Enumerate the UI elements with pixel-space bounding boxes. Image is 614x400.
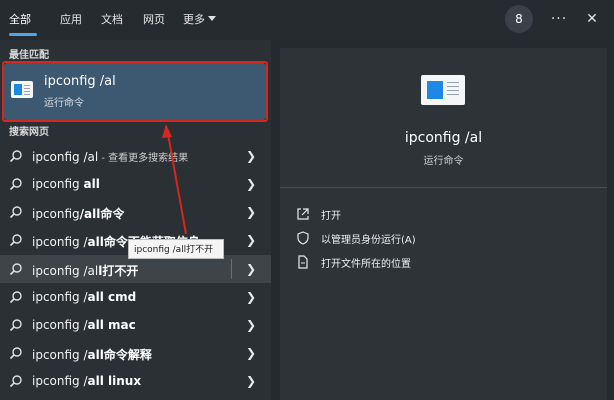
open-action-label: 打开 — [321, 211, 341, 222]
list-item-label: ipconfig all — [32, 177, 100, 191]
open-file-location-action[interactable]: 打开文件所在的位置 — [296, 253, 596, 271]
detail-subtitle: 运行命令 — [423, 156, 464, 167]
list-item[interactable]: ipconfig /all cmd ❯ — [0, 283, 271, 311]
chevron-right-icon[interactable]: ❯ — [246, 149, 256, 163]
active-tab-indicator — [9, 33, 37, 36]
chevron-right-icon[interactable]: ❯ — [246, 262, 256, 276]
search-icon — [9, 178, 22, 191]
highlight-annotation — [2, 61, 268, 122]
search-icon — [9, 263, 22, 276]
list-item[interactable]: ipconfig /all mac ❯ — [0, 311, 271, 339]
list-item[interactable]: ipconfig /all命令解释 ❯ — [0, 339, 271, 367]
search-icon — [9, 234, 22, 247]
search-icon — [9, 319, 22, 332]
search-icon — [9, 347, 22, 360]
open-file-location-label: 打开文件所在的位置 — [321, 259, 411, 270]
run-as-admin-action[interactable]: 以管理员身份运行(A) — [296, 229, 596, 247]
run-command-app-icon — [421, 75, 465, 105]
list-item-label: ipconfig/all命令 — [32, 207, 125, 221]
list-item-label: ipconfig /all打不开 — [32, 264, 139, 278]
more-options-button[interactable]: ··· — [549, 9, 569, 29]
chevron-down-icon — [208, 16, 216, 21]
tooltip: ipconfig /all打不开 — [128, 239, 224, 259]
list-item-label: ipconfig /all linux — [32, 374, 142, 388]
search-icon — [9, 150, 22, 163]
file-location-icon — [298, 255, 308, 269]
list-item-label: ipconfig /all mac — [32, 318, 136, 332]
search-icon — [9, 206, 22, 219]
best-match-heading: 最佳匹配 — [9, 50, 49, 61]
list-item[interactable]: ipconfig /all linux ❯ — [0, 367, 271, 395]
list-item[interactable]: ipconfig/all命令 ❯ — [0, 198, 271, 226]
tab-apps[interactable]: 应用 — [60, 12, 82, 28]
tab-all[interactable]: 全部 — [9, 12, 31, 28]
open-icon — [297, 208, 309, 220]
tab-more[interactable]: 更多 — [183, 12, 205, 28]
close-button[interactable]: ✕ — [582, 9, 602, 29]
shield-icon — [297, 231, 309, 245]
open-action[interactable]: 打开 — [296, 205, 596, 223]
best-match-subtitle: 运行命令 — [44, 98, 84, 109]
best-match-title: ipconfig /al — [44, 74, 116, 89]
search-icon — [9, 291, 22, 304]
rewards-badge[interactable]: 8 — [505, 5, 533, 33]
list-item-label: ipconfig /all cmd — [32, 290, 137, 304]
run-command-app-icon — [11, 81, 33, 98]
list-item-label: ipconfig /all命令解释 — [32, 348, 152, 362]
list-item[interactable]: ipconfig all ❯ — [0, 170, 271, 198]
list-item[interactable]: ipconfig /al - 查看更多搜索结果 ❯ — [0, 142, 271, 170]
chevron-right-icon[interactable]: ❯ — [246, 346, 256, 360]
search-icon — [9, 375, 22, 388]
search-filter-bar: 全部 应用 文档 网页 更多 8 ··· ✕ — [0, 0, 614, 40]
list-item-label: ipconfig /al - 查看更多搜索结果 — [32, 150, 189, 164]
tab-documents[interactable]: 文档 — [101, 12, 123, 28]
chevron-right-icon[interactable]: ❯ — [246, 233, 256, 247]
run-as-admin-label: 以管理员身份运行(A) — [321, 235, 416, 246]
tab-web[interactable]: 网页 — [143, 12, 165, 28]
web-search-heading: 搜索网页 — [9, 127, 49, 138]
divider — [231, 259, 232, 279]
chevron-right-icon[interactable]: ❯ — [246, 290, 256, 304]
chevron-right-icon[interactable]: ❯ — [246, 177, 256, 191]
detail-title: ipconfig /al — [404, 130, 483, 146]
chevron-right-icon[interactable]: ❯ — [246, 318, 256, 332]
chevron-right-icon[interactable]: ❯ — [246, 205, 256, 219]
divider — [280, 187, 607, 188]
chevron-right-icon[interactable]: ❯ — [246, 374, 256, 388]
